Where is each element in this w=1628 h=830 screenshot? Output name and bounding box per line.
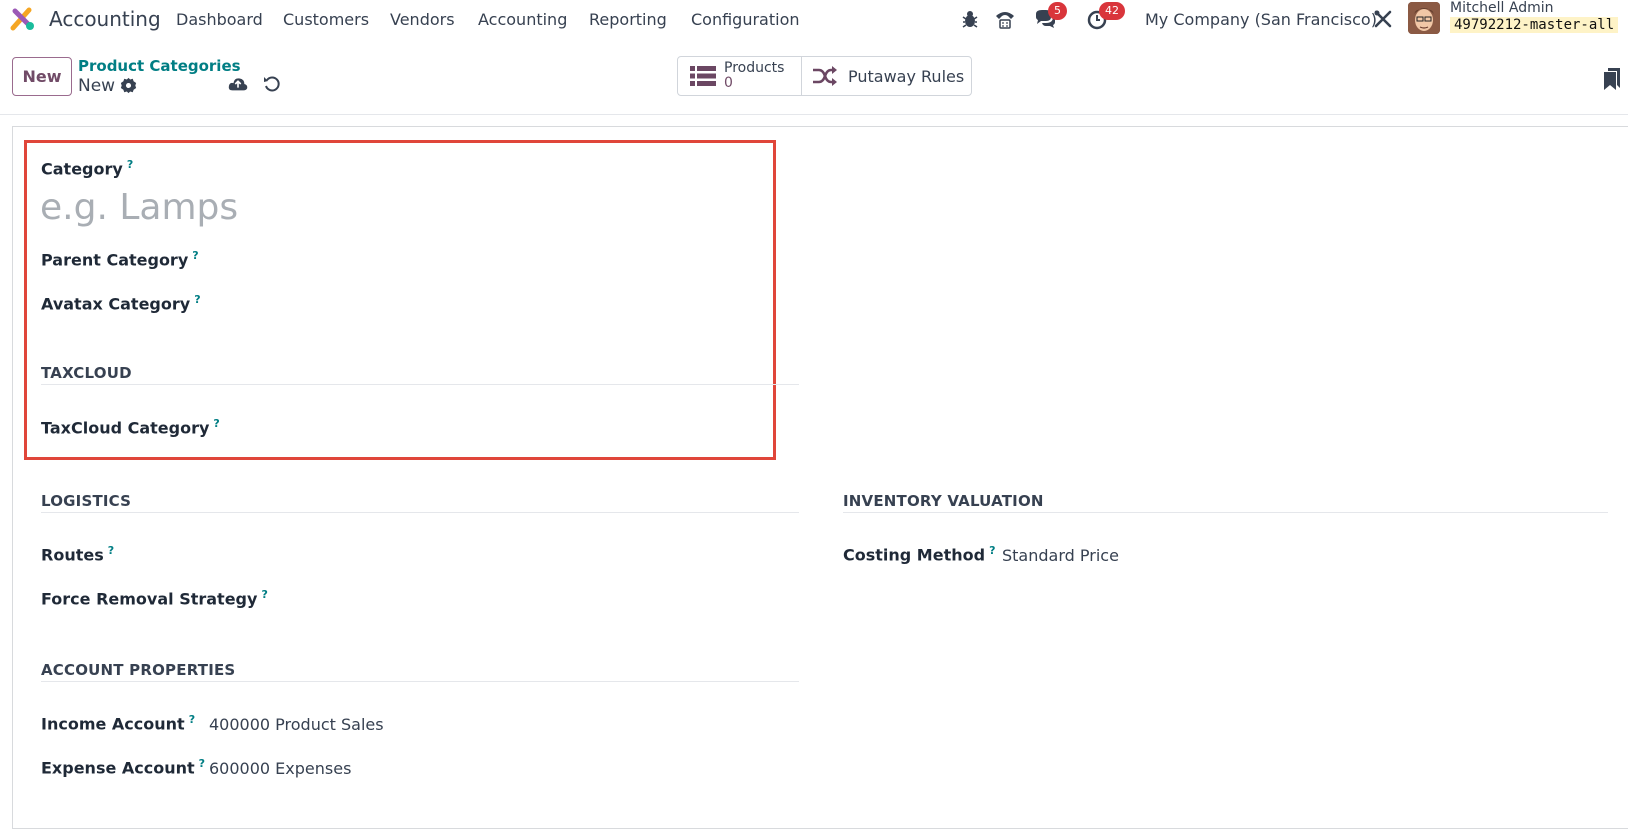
costing-method-value[interactable]: Standard Price (1002, 546, 1119, 565)
category-label: Category? (41, 158, 133, 178)
products-count: 0 (724, 75, 733, 91)
taxcloud-category-label: TaxCloud Category? (41, 417, 220, 437)
category-label-text: Category (41, 159, 123, 179)
new-record-button[interactable]: New (12, 57, 72, 96)
menu-dashboard[interactable]: Dashboard (176, 10, 263, 29)
taxcloud-section-title: TAXCLOUD (41, 364, 132, 382)
discard-undo-icon[interactable] (263, 75, 281, 93)
avatar-face-icon (1408, 2, 1440, 34)
logistics-section-title: LOGISTICS (41, 492, 132, 510)
menu-vendors[interactable]: Vendors (390, 10, 455, 29)
account-properties-separator (41, 681, 799, 682)
category-name-input[interactable] (40, 185, 740, 229)
phone-icon[interactable] (994, 8, 1016, 30)
expense-account-label: Expense Account? (41, 757, 205, 777)
messages-badge: 5 (1048, 2, 1067, 20)
parent-category-label: Parent Category? (41, 249, 199, 269)
actions-gear-icon[interactable] (120, 77, 137, 94)
list-icon (690, 66, 716, 86)
costing-method-label-text: Costing Method (843, 545, 986, 565)
taxcloud-category-label-text: TaxCloud Category (41, 418, 210, 438)
force-removal-strategy-label: Force Removal Strategy? (41, 588, 268, 608)
avatax-category-help-icon[interactable]: ? (194, 293, 200, 306)
routes-label: Routes? (41, 544, 114, 564)
knowledge-bookmark-icon[interactable] (1604, 68, 1620, 90)
category-help-icon[interactable]: ? (127, 158, 133, 171)
income-account-label-text: Income Account (41, 714, 185, 734)
user-name[interactable]: Mitchell Admin (1450, 0, 1554, 16)
avatax-category-label-text: Avatax Category (41, 294, 191, 314)
account-properties-section-title: ACCOUNT PROPERTIES (41, 661, 236, 679)
menu-accounting[interactable]: Accounting (478, 10, 567, 29)
smart-buttons: Products 0 Putaway Rules (677, 56, 972, 96)
routes-help-icon[interactable]: ? (108, 544, 114, 557)
database-name: 49792212-master-all (1450, 17, 1619, 33)
taxcloud-category-help-icon[interactable]: ? (213, 417, 219, 430)
user-avatar[interactable] (1408, 2, 1440, 34)
menu-configuration[interactable]: Configuration (691, 10, 800, 29)
expense-account-help-icon[interactable]: ? (199, 757, 205, 770)
menu-customers[interactable]: Customers (283, 10, 369, 29)
parent-category-help-icon[interactable]: ? (192, 249, 198, 262)
products-smart-button[interactable]: Products 0 (678, 57, 802, 95)
shuffle-icon (813, 66, 837, 86)
putaway-rules-label: Putaway Rules (848, 66, 965, 86)
costing-method-label: Costing Method? (843, 544, 995, 564)
company-switcher[interactable]: My Company (San Francisco) (1145, 10, 1377, 29)
inventory-valuation-section-title: INVENTORY VALUATION (843, 492, 1044, 510)
force-removal-label-text: Force Removal Strategy (41, 589, 258, 609)
tools-icon[interactable] (1372, 8, 1394, 30)
control-panel-divider (0, 114, 1628, 115)
top-navbar: Accounting Dashboard Customers Vendors A… (0, 0, 1628, 38)
costing-method-help-icon[interactable]: ? (989, 544, 995, 557)
parent-category-label-text: Parent Category (41, 250, 189, 270)
breadcrumb-current-record: New (78, 76, 116, 96)
activities-badge: 42 (1099, 2, 1125, 20)
expense-account-value[interactable]: 600000 Expenses (209, 759, 351, 778)
menu-reporting[interactable]: Reporting (589, 10, 667, 29)
taxcloud-separator (41, 384, 799, 385)
force-removal-help-icon[interactable]: ? (261, 588, 267, 601)
expense-account-label-text: Expense Account (41, 758, 195, 778)
logistics-separator (41, 512, 799, 513)
accounting-app-icon[interactable] (10, 6, 36, 32)
app-name[interactable]: Accounting (49, 7, 161, 31)
products-label: Products (724, 60, 785, 76)
inventory-valuation-separator (843, 512, 1608, 513)
income-account-value[interactable]: 400000 Product Sales (209, 715, 384, 734)
putaway-rules-smart-button[interactable]: Putaway Rules (802, 57, 971, 95)
breadcrumb-product-categories[interactable]: Product Categories (78, 57, 241, 75)
avatax-category-label: Avatax Category? (41, 293, 201, 313)
routes-label-text: Routes (41, 545, 104, 565)
income-account-label: Income Account? (41, 713, 195, 733)
save-cloud-icon[interactable] (228, 75, 248, 93)
income-account-help-icon[interactable]: ? (189, 713, 195, 726)
debug-bug-icon[interactable] (959, 8, 981, 30)
